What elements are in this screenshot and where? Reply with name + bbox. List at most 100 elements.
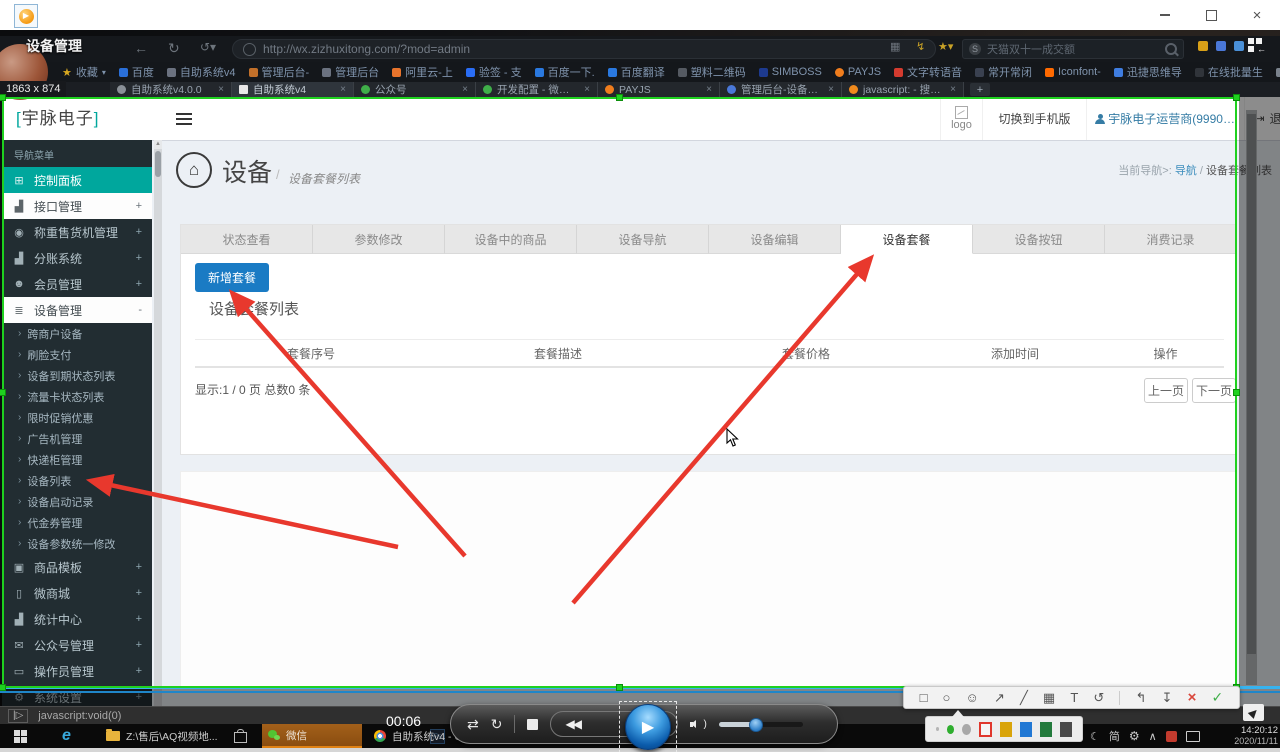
sidebar-subitem-device-list[interactable]: ›设备列表 (2, 470, 152, 491)
arrow-tool-icon[interactable]: ↗ (994, 691, 1005, 704)
back-icon[interactable]: ← (134, 40, 148, 56)
ime-indicator[interactable]: 简 (1109, 728, 1120, 744)
tab-device-button[interactable]: 设备按钮 (973, 225, 1105, 254)
selection-handle[interactable] (616, 94, 623, 101)
search-icon[interactable] (1165, 43, 1177, 55)
shuffle-icon[interactable]: ⇄ (467, 717, 479, 731)
tab-consume-record[interactable]: 消费记录 (1105, 225, 1236, 254)
browser-tab[interactable]: 管理后台-设备列表× (720, 82, 842, 97)
browser-tab[interactable]: javascript: - 搜狗搜索× (842, 82, 964, 97)
prev-page-button[interactable]: 上一页 (1144, 378, 1188, 403)
stroke-size-small[interactable] (936, 727, 939, 731)
tray-expand-icon[interactable]: ∧ (1149, 730, 1157, 743)
player-dock-icon[interactable]: ← (1248, 38, 1270, 56)
tab-close-icon[interactable]: × (218, 84, 224, 95)
bookmark-item[interactable]: 自助系统v4 (167, 64, 236, 80)
sidebar-item-devices[interactable]: ≣设备管理- (2, 297, 152, 323)
undo-icon[interactable]: ↺▾ (200, 40, 216, 54)
tab-close-icon[interactable]: × (950, 84, 956, 95)
tab-close-icon[interactable]: × (340, 84, 346, 95)
browser-tab[interactable]: 开发配置 - 微信支付商户× (476, 82, 598, 97)
breadcrumb-link[interactable]: 导航 (1175, 165, 1197, 177)
start-button[interactable] (8, 724, 33, 748)
favorite-star-icon[interactable]: ★▾ (938, 40, 953, 53)
browser-search-box[interactable]: S 天猫双十一成交额 (962, 39, 1184, 59)
address-bar[interactable]: http://wx.zizhuxitong.com/?mod=admin (232, 39, 936, 59)
extension-icon[interactable] (1216, 41, 1226, 51)
cancel-capture-icon[interactable]: × (1188, 689, 1197, 706)
search-text[interactable]: 天猫双十一成交额 (987, 41, 1159, 57)
lightning-icon[interactable]: ↯ (916, 40, 925, 53)
sidebar-subitem[interactable]: ›代金券管理 (2, 512, 152, 533)
tab-status-view[interactable]: 状态查看 (181, 225, 313, 254)
rect-tool-icon[interactable]: □ (920, 691, 928, 704)
sidebar-item-product-template[interactable]: ▣商品模板+ (2, 554, 152, 580)
volume-slider[interactable] (719, 722, 803, 727)
bookmark-item[interactable]: Iconfont- (1045, 66, 1101, 78)
bookmark-item[interactable]: 常开常闭 (975, 64, 1032, 80)
rewind-button[interactable]: ◀◀ (565, 717, 579, 731)
tab-close-icon[interactable]: × (584, 84, 590, 95)
scroll-up-icon[interactable]: ▲ (154, 140, 162, 149)
volume-icon[interactable] (690, 720, 697, 729)
next-page-button[interactable]: 下一页 (1192, 378, 1236, 403)
bookmark-item[interactable]: 阿里云-上 (392, 64, 453, 80)
maximize-button[interactable] (1196, 6, 1226, 24)
export-icon[interactable]: ↰ (1136, 691, 1147, 704)
recording-tray-icon[interactable] (1166, 731, 1177, 742)
browser-tab[interactable]: 公众号× (354, 82, 476, 97)
selection-handle[interactable] (0, 684, 6, 691)
menu-icon[interactable] (1234, 41, 1244, 51)
settings-gear-icon[interactable]: ⚙ (1129, 729, 1140, 743)
taskbar-wechat[interactable]: 微信 (262, 724, 362, 748)
bookmark-item[interactable]: 文字转语音 (894, 64, 962, 80)
sidebar-subitem[interactable]: ›设备参数统一修改 (2, 533, 152, 554)
color-blue[interactable] (1020, 722, 1032, 737)
add-package-button[interactable]: 新增套餐 (195, 263, 269, 292)
sidebar-subitem[interactable]: ›快递柜管理 (2, 449, 152, 470)
bookmark-item[interactable]: 管理后台 (322, 64, 379, 80)
bookmark-item[interactable]: 在线批量生 (1195, 64, 1263, 80)
tab-param-edit[interactable]: 参数修改 (313, 225, 445, 254)
sidebar-item-operators[interactable]: ▭操作员管理+ (2, 658, 152, 684)
selection-handle[interactable] (0, 389, 6, 396)
bookmark-item[interactable]: PAYJS (835, 66, 881, 78)
selection-handle[interactable] (1233, 94, 1240, 101)
mobile-version-link[interactable]: 切换到手机版 (982, 97, 1086, 140)
expand-corner-icon[interactable]: ▶ (1243, 704, 1264, 721)
selection-handle[interactable] (616, 684, 623, 691)
undo-icon[interactable]: ↺ (1093, 691, 1104, 704)
sidebar-subitem[interactable]: ›限时促销优惠 (2, 407, 152, 428)
tab-device-goods[interactable]: 设备中的商品 (445, 225, 577, 254)
account-menu[interactable]: 宇脉电子运营商(99901) - 齐.. (1086, 97, 1244, 140)
tab-device-package[interactable]: 设备套餐 (841, 225, 973, 254)
taskbar-folder[interactable]: Z:\售后\AQ视频地... (100, 724, 224, 748)
display-tray-icon[interactable] (1186, 731, 1200, 742)
stroke-size-large[interactable] (962, 724, 971, 735)
color-gray[interactable] (1060, 722, 1072, 737)
stop-button[interactable] (527, 719, 538, 730)
play-button[interactable]: ▶ (625, 704, 671, 750)
mosaic-tool-icon[interactable]: ▦ (1043, 691, 1055, 704)
browser-tab-active[interactable]: 自助系统v4× (232, 82, 354, 97)
tab-device-nav[interactable]: 设备导航 (577, 225, 709, 254)
color-red-selected[interactable] (979, 722, 992, 737)
refresh-icon[interactable]: ↻ (168, 40, 180, 57)
taskbar-store[interactable] (228, 724, 253, 748)
url-text[interactable]: http://wx.zizhuxitong.com/?mod=admin (263, 42, 470, 56)
tab-device-edit[interactable]: 设备编辑 (709, 225, 841, 254)
selection-handle[interactable] (0, 94, 6, 101)
sidebar-subitem[interactable]: ›设备到期状态列表 (2, 365, 152, 386)
bookmark-item[interactable]: 迅捷思维导 (1114, 64, 1182, 80)
taskbar-edge[interactable]: e (56, 724, 77, 748)
sidebar-item-members[interactable]: ☻会员管理+ (2, 271, 152, 297)
text-tool-icon[interactable]: T (1070, 691, 1078, 704)
emoji-tool-icon[interactable]: ☺ (966, 691, 979, 704)
night-mode-icon[interactable]: ☾ (1090, 730, 1100, 743)
sidebar-item-ledger[interactable]: ▟分账系统+ (2, 245, 152, 271)
brand-logo[interactable]: [宇脉电子] (16, 97, 99, 140)
save-icon[interactable]: ↧ (1162, 691, 1173, 704)
bookmark-item[interactable]: 验签 - 支 (466, 64, 522, 80)
bookmark-item[interactable]: 百度一下. (535, 64, 595, 80)
pen-tool-icon[interactable]: ╱ (1020, 691, 1028, 704)
